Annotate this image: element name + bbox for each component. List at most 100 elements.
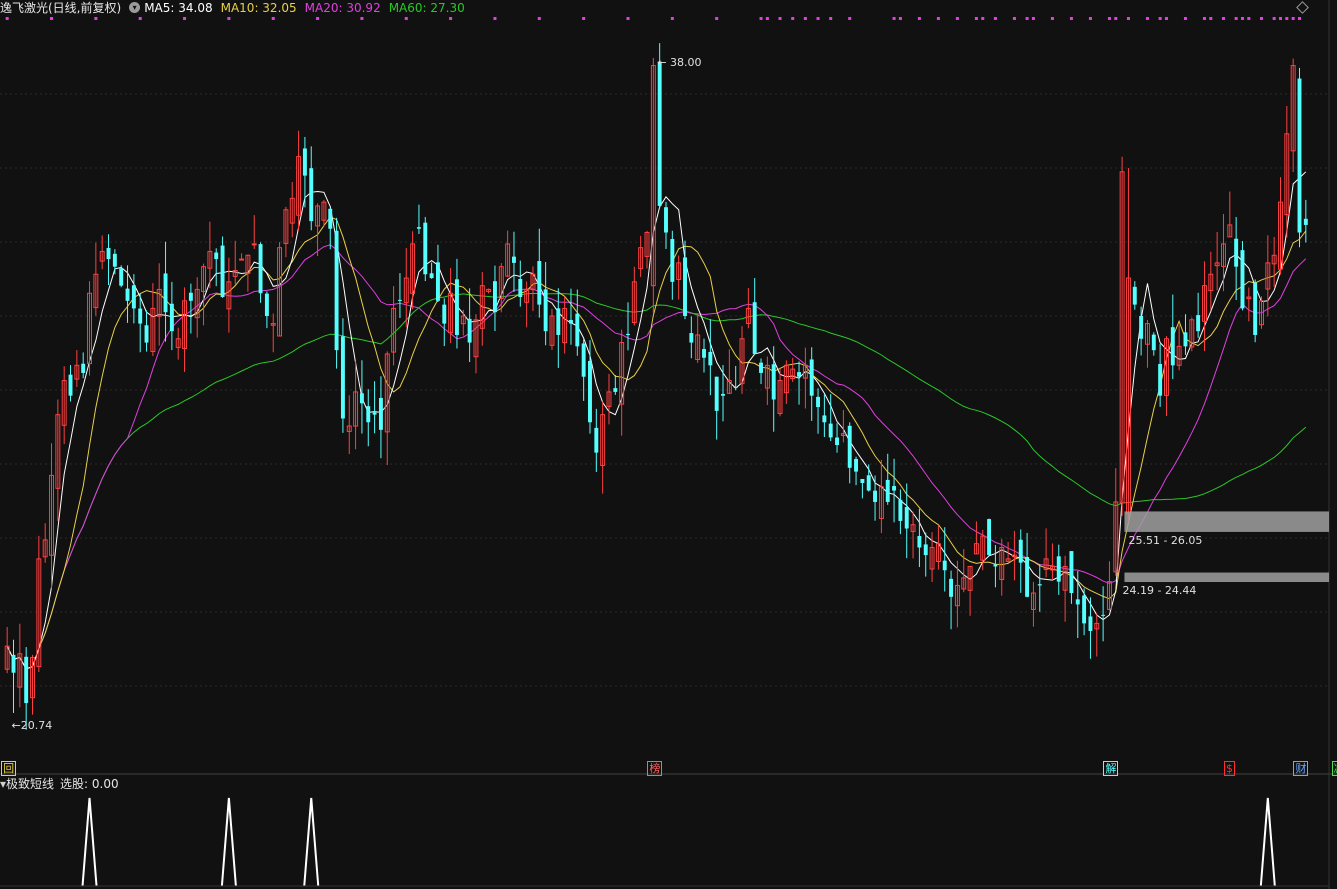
candle-down xyxy=(125,288,130,301)
signal-marker-dot xyxy=(271,17,275,20)
signal-marker-dot xyxy=(1031,17,1035,20)
candle-down xyxy=(1018,539,1023,563)
zone-upper-label: 25.51 - 26.05 xyxy=(1128,534,1202,547)
main-chart-header: 逸飞激光(日线,前复权) ▾ MA5: 34.08 MA10: 32.05 MA… xyxy=(0,0,473,16)
candle-down xyxy=(556,308,561,335)
candle-down xyxy=(847,425,852,468)
signal-marker-dot xyxy=(493,17,497,20)
event-marker[interactable]: 减 xyxy=(1331,761,1337,776)
candle-down xyxy=(492,281,497,313)
signal-marker-dot xyxy=(715,17,719,20)
candle-down xyxy=(993,564,998,567)
signal-marker-dot xyxy=(1183,17,1187,20)
candle-down xyxy=(378,397,383,430)
candle-down xyxy=(1234,238,1239,267)
signal-marker-dot xyxy=(898,17,902,20)
candle-down xyxy=(1303,218,1308,225)
candle-down xyxy=(721,393,725,396)
signal-marker-dot xyxy=(816,17,820,20)
candle-down xyxy=(771,364,776,400)
candle-down xyxy=(714,376,719,411)
signal-marker-dot xyxy=(227,17,231,20)
indicator-spike xyxy=(1259,797,1276,887)
candle-down xyxy=(106,247,111,260)
high-price-label: ← 38.00 xyxy=(657,56,701,69)
candle-down xyxy=(664,207,668,233)
candle-down xyxy=(467,318,472,343)
signal-marker-dot xyxy=(1297,17,1301,20)
event-marker[interactable]: 解 xyxy=(1103,761,1119,776)
event-marker[interactable]: $ xyxy=(1223,761,1235,776)
candle-down xyxy=(1088,616,1093,631)
candle-up xyxy=(251,243,257,246)
candle-down xyxy=(423,222,428,275)
signal-marker-dot xyxy=(1126,17,1130,20)
signal-marker-dot xyxy=(892,17,896,20)
event-marker[interactable]: 回 xyxy=(1,761,17,776)
price-zone-band xyxy=(1124,572,1329,583)
signal-marker-dot xyxy=(803,17,807,20)
candle-down xyxy=(429,273,434,279)
candle-down xyxy=(24,656,29,704)
signal-marker-dot xyxy=(50,17,54,20)
signal-marker-dot xyxy=(1145,17,1149,20)
candle-down xyxy=(397,299,402,301)
candle-down xyxy=(214,252,219,260)
candle-down xyxy=(163,273,168,313)
indicator-value: 选股: 0.00 xyxy=(60,777,119,791)
candle-down xyxy=(1196,315,1201,332)
candle-down xyxy=(816,396,821,408)
event-marker[interactable]: 榜 xyxy=(647,761,663,776)
signal-marker-dot xyxy=(1114,17,1118,20)
candle-down xyxy=(923,544,928,556)
candle-down xyxy=(828,423,833,438)
candle-down xyxy=(657,61,662,206)
candle-down xyxy=(898,499,903,521)
zone-lower-label: 24.19 - 24.44 xyxy=(1122,584,1196,597)
indicator-spike xyxy=(220,797,237,887)
signal-marker-dot xyxy=(955,17,959,20)
candle-down xyxy=(328,208,333,229)
candle-down xyxy=(733,387,738,389)
candle-up xyxy=(239,258,245,261)
event-marker[interactable]: 财 xyxy=(1293,761,1309,776)
candle-down xyxy=(1183,332,1188,347)
candle-down xyxy=(569,320,573,324)
signal-marker-dot xyxy=(981,17,985,20)
candle-down xyxy=(1025,557,1030,597)
signal-marker-dot xyxy=(1209,17,1213,20)
signal-marker-dot xyxy=(778,17,782,20)
candle-down xyxy=(340,336,345,419)
candle-down xyxy=(702,349,706,358)
candle-down xyxy=(454,279,459,335)
candle-down xyxy=(366,406,371,423)
signal-marker-dot xyxy=(917,17,921,20)
candle-down xyxy=(1069,551,1074,594)
signal-marker-dot xyxy=(1202,17,1206,20)
candle-down xyxy=(873,490,878,502)
signal-marker-dot xyxy=(670,17,674,20)
candle-down xyxy=(1151,334,1156,351)
candle-down xyxy=(949,578,954,597)
candlestick-chart[interactable]: 25.51 - 26.05 24.19 - 24.44 ← 38.00 ←20.74 xyxy=(0,0,1337,889)
settings-toggle-icon[interactable]: ▾ xyxy=(129,2,141,13)
indicator-title: 极致短线 xyxy=(6,777,55,791)
low-price-label: ←20.74 xyxy=(12,719,53,732)
signal-marker-dot xyxy=(1285,17,1289,20)
candle-down xyxy=(220,245,225,298)
candle-down xyxy=(1139,315,1144,339)
candle-down xyxy=(138,308,143,324)
candle-down xyxy=(1297,78,1302,233)
candle-down xyxy=(759,362,763,373)
candle-down xyxy=(860,478,865,483)
stock-title: 逸飞激光(日线,前复权) xyxy=(0,1,122,15)
signal-marker-dot xyxy=(582,17,586,20)
candle-down xyxy=(1082,595,1087,624)
candle-down xyxy=(892,486,897,491)
candle-down xyxy=(1253,282,1258,335)
candle-down xyxy=(689,333,694,343)
signal-marker-dot xyxy=(1240,17,1244,20)
price-zone-band xyxy=(1124,511,1329,532)
signal-marker-dot xyxy=(1088,17,1092,20)
candle-down xyxy=(81,363,86,373)
